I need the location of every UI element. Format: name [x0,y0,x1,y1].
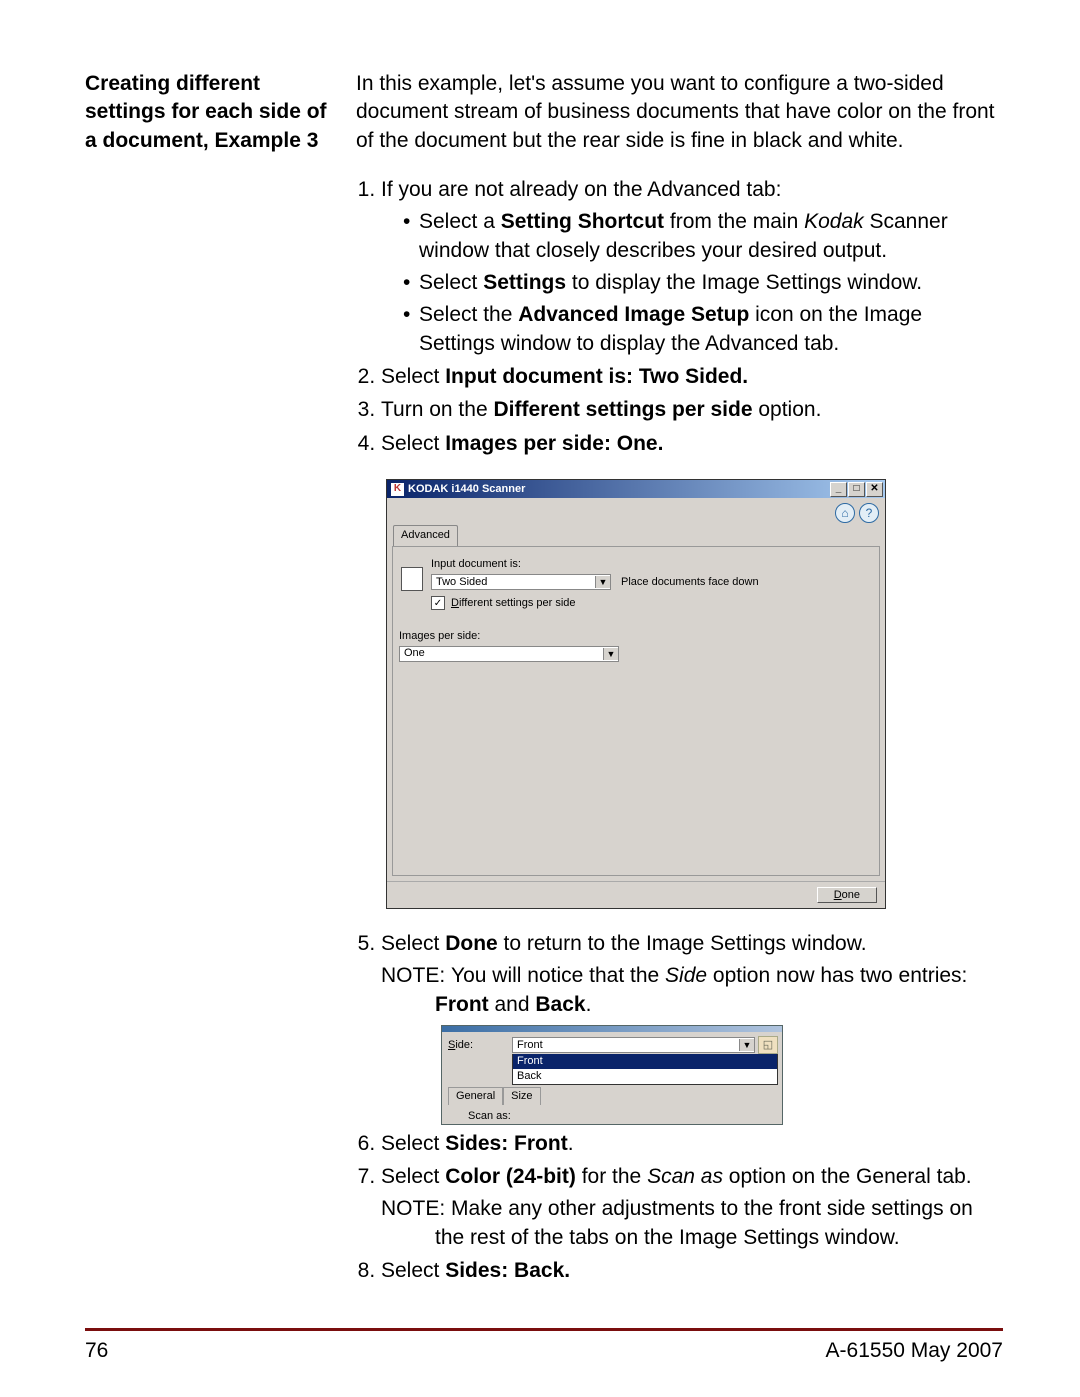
images-per-side-select[interactable]: One ▼ [399,646,619,662]
input-document-label: Input document is: [431,557,869,572]
page-number: 76 [85,1339,108,1363]
step-2: Select Input document is: Two Sided. [381,363,1003,391]
step-4: Select Images per side: One. [381,430,1003,458]
preview-icon[interactable]: ◱ [758,1036,778,1054]
close-button[interactable]: ✕ [866,482,883,497]
step1-bullet3: Select the Advanced Image Setup icon on … [403,301,1003,358]
footer-rule [85,1328,1003,1331]
section-heading: Creating different settings for each sid… [85,70,328,155]
step-3: Turn on the Different settings per side … [381,396,1003,424]
input-document-select[interactable]: Two Sided ▼ [431,574,611,590]
intro-text: In this example, let's assume you want t… [356,70,1003,155]
scanner-window: K KODAK i1440 Scanner _ □ ✕ ⌂ ? Advanced [386,479,886,909]
step-list-cont: Select Done to return to the Image Setti… [356,930,1003,1285]
app-icon: K [391,483,404,496]
chevron-down-icon: ▼ [603,648,618,660]
window-titlebar: K KODAK i1440 Scanner _ □ ✕ [387,480,885,498]
step-7: Select Color (24-bit) for the Scan as op… [381,1163,1003,1252]
side-select[interactable]: Front ▼ [512,1037,755,1053]
step-6: Select Sides: Front. [381,1130,1003,1158]
side-dropdown-window: Side: Front ▼ ◱ [441,1025,783,1124]
done-button[interactable]: Done [817,887,877,903]
different-settings-checkbox[interactable]: ✓ [431,596,445,610]
side-option-back[interactable]: Back [513,1069,777,1084]
place-documents-note: Place documents face down [621,575,759,590]
images-per-side-label: Images per side: [399,629,869,644]
step-8: Select Sides: Back. [381,1257,1003,1285]
chevron-down-icon: ▼ [595,576,610,588]
minimize-button[interactable]: _ [830,482,847,497]
tab-general[interactable]: General [448,1087,503,1105]
side-dropdown-list: Front Back [512,1054,778,1085]
tab-advanced[interactable]: Advanced [393,525,458,546]
scan-as-label: Scan as: [468,1109,778,1124]
doc-id-date: A-61550 May 2007 [826,1339,1003,1363]
side-option-front[interactable]: Front [513,1054,777,1069]
step1-bullet1: Select a Setting Shortcut from the main … [403,208,1003,265]
document-icon [401,567,423,591]
side-label: Side: [448,1036,502,1053]
note-front-adjust: NOTE: Make any other adjustments to the … [381,1195,1003,1252]
tab-size[interactable]: Size [503,1087,540,1105]
note-side-entries: NOTE: You will notice that the Side opti… [381,962,1003,1019]
help-icon[interactable]: ? [859,503,879,523]
step1-bullet2: Select Settings to display the Image Set… [403,269,1003,297]
maximize-button[interactable]: □ [848,482,865,497]
step-5: Select Done to return to the Image Setti… [381,930,1003,1124]
different-settings-label: DDifferent settings per sideifferent set… [451,596,576,611]
step-1: If you are not already on the Advanced t… [381,176,1003,358]
window-title: KODAK i1440 Scanner [408,482,829,497]
home-icon[interactable]: ⌂ [835,503,855,523]
step-list: If you are not already on the Advanced t… [356,176,1003,458]
chevron-down-icon: ▼ [739,1039,754,1051]
